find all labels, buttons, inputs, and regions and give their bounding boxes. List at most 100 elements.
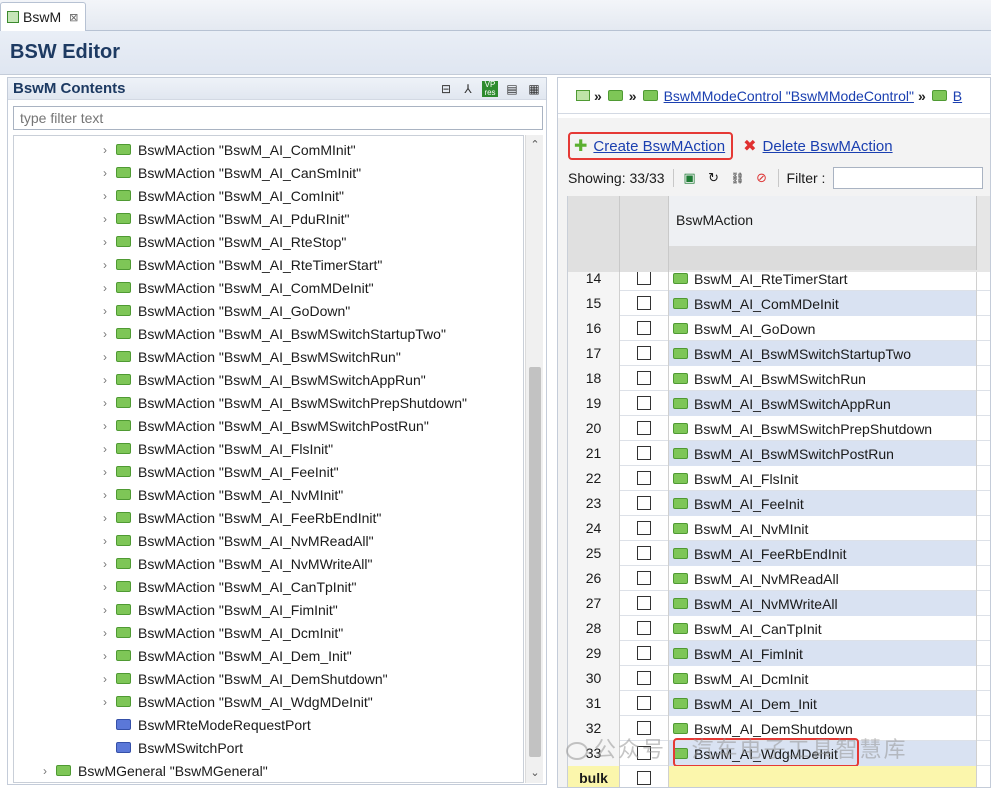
tree-item[interactable]: › BswMAction "BswM_AI_CanTpInit" <box>98 575 356 598</box>
tree-item[interactable]: › BswMAction "BswM_AI_GoDown" <box>98 299 350 322</box>
tree-item[interactable]: › BswMAction "BswM_AI_BswMSwitchPrepShutd… <box>98 391 467 414</box>
chevron-right-icon[interactable]: › <box>98 672 112 686</box>
row-checkbox[interactable] <box>637 496 651 510</box>
tree-item[interactable]: › BswMAction "BswM_AI_DemShutdown" <box>98 667 388 690</box>
row-checkbox[interactable] <box>637 471 651 485</box>
tree-item[interactable]: › BswMAction "BswM_AI_NvMReadAll" <box>98 529 374 552</box>
action-name-cell[interactable]: BswM_AI_DcmInit <box>669 666 977 691</box>
column-filter-cell[interactable] <box>669 246 977 270</box>
action-name-cell[interactable]: BswM_AI_ComMDeInit <box>669 291 977 316</box>
table-row[interactable]: 14 BswM_AI_RteTimerStart <box>568 272 990 291</box>
row-checkbox[interactable] <box>637 272 651 285</box>
table-row[interactable]: 29 BswM_AI_FimInit <box>568 641 990 666</box>
row-checkbox[interactable] <box>637 521 651 535</box>
tree-item[interactable]: › BswMAction "BswM_AI_NvMWriteAll" <box>98 552 373 575</box>
tree-item[interactable]: › BswMAction "BswM_AI_BswMSwitchRun" <box>98 345 401 368</box>
row-checkbox[interactable] <box>637 321 651 335</box>
tree-item[interactable]: › BswMAction "BswM_AI_DcmInit" <box>98 621 343 644</box>
chevron-right-icon[interactable]: › <box>98 396 112 410</box>
action-name-cell[interactable]: BswM_AI_FimInit <box>669 641 977 666</box>
chevron-right-icon[interactable]: › <box>98 235 112 249</box>
chevron-right-icon[interactable]: › <box>98 534 112 548</box>
action-name-cell[interactable]: BswM_AI_NvMWriteAll <box>669 591 977 616</box>
table-row[interactable]: 31 BswM_AI_Dem_Init <box>568 691 990 716</box>
chevron-right-icon[interactable]: › <box>98 281 112 295</box>
chevron-right-icon[interactable]: › <box>98 442 112 456</box>
tree-item[interactable]: › BswMAction "BswM_AI_RteStop" <box>98 230 346 253</box>
table-row[interactable]: 21 BswM_AI_BswMSwitchPostRun <box>568 441 990 466</box>
excel-export-icon[interactable]: ▣ <box>682 170 698 186</box>
row-checkbox[interactable] <box>637 346 651 360</box>
table-row[interactable]: 24 BswM_AI_NvMInit <box>568 516 990 541</box>
clear-filter-icon[interactable]: ⊘ <box>754 170 770 186</box>
action-name-cell[interactable]: BswM_AI_FlsInit <box>669 466 977 491</box>
tree-item[interactable]: › BswMAction "BswM_AI_PduRInit" <box>98 207 349 230</box>
tree-scrollbar[interactable]: ⌃ ⌄ <box>525 135 543 783</box>
tree-item[interactable]: › BswMAction "BswM_AI_FlsInit" <box>98 437 333 460</box>
chevron-right-icon[interactable]: › <box>98 488 112 502</box>
row-checkbox[interactable] <box>637 546 651 560</box>
vp-res-icon[interactable]: VP res <box>482 81 498 97</box>
tree-item[interactable]: › BswMAction "BswM_AI_BswMSwitchStartupTw… <box>98 322 446 345</box>
tree-item[interactable]: › BswMGeneral "BswMGeneral" <box>38 759 268 782</box>
scroll-up-icon[interactable]: ⌃ <box>526 137 544 153</box>
collapse-all-icon[interactable]: ⊟ <box>438 81 454 97</box>
chevron-right-icon[interactable]: › <box>98 304 112 318</box>
action-name-cell[interactable]: BswM_AI_Dem_Init <box>669 691 977 716</box>
row-checkbox[interactable] <box>637 371 651 385</box>
tree-item[interactable]: › BswMAction "BswM_AI_RteTimerStart" <box>98 253 382 276</box>
row-checkbox[interactable] <box>637 596 651 610</box>
row-checkbox[interactable] <box>637 296 651 310</box>
chevron-right-icon[interactable]: › <box>98 212 112 226</box>
action-name-cell[interactable]: BswM_AI_RteTimerStart <box>669 272 977 291</box>
row-checkbox[interactable] <box>637 446 651 460</box>
table-row[interactable]: 23 BswM_AI_FeeInit <box>568 491 990 516</box>
action-name-cell[interactable]: BswM_AI_BswMSwitchAppRun <box>669 391 977 416</box>
breadcrumb-link-next[interactable]: B <box>953 88 962 104</box>
row-checkbox[interactable] <box>637 671 651 685</box>
hierarchy-icon[interactable]: ⅄ <box>460 81 476 97</box>
chevron-right-icon[interactable]: › <box>98 626 112 640</box>
action-name-cell[interactable]: BswM_AI_BswMSwitchRun <box>669 366 977 391</box>
table-row[interactable]: 17 BswM_AI_BswMSwitchStartupTwo <box>568 341 990 366</box>
row-checkbox[interactable] <box>637 571 651 585</box>
chevron-right-icon[interactable]: › <box>98 327 112 341</box>
table-row[interactable]: 20 BswM_AI_BswMSwitchPrepShutdown <box>568 416 990 441</box>
tree-item[interactable]: BswMRteModeRequestPort <box>98 713 311 736</box>
create-bswmaction-button[interactable]: ✚ Create BswMAction <box>568 132 734 160</box>
column-header-bswmaction[interactable]: BswMAction <box>669 196 977 246</box>
tree-item[interactable]: › BswMAction "BswM_AI_WdgMDeInit" <box>98 690 373 713</box>
chevron-right-icon[interactable]: › <box>98 649 112 663</box>
folder-icon[interactable] <box>607 90 623 101</box>
action-name-cell[interactable]: BswM_AI_CanTpInit <box>669 616 977 641</box>
chevron-right-icon[interactable]: › <box>38 764 52 778</box>
tree-item[interactable]: › BswMAction "BswM_AI_FeeRbEndInit" <box>98 506 381 529</box>
scrollbar-thumb[interactable] <box>529 367 541 757</box>
document-icon[interactable]: ▤ <box>504 81 520 97</box>
tree-item[interactable]: › BswMAction "BswM_AI_CanSmInit" <box>98 161 361 184</box>
refresh-icon[interactable]: ↻ <box>706 170 722 186</box>
row-checkbox[interactable] <box>637 696 651 710</box>
tree-filter-input[interactable] <box>13 106 543 130</box>
row-checkbox[interactable] <box>637 646 651 660</box>
tree-item[interactable]: › BswMAction "BswM_AI_ComInit" <box>98 184 344 207</box>
action-name-cell[interactable]: BswM_AI_NvMInit <box>669 516 977 541</box>
action-name-cell[interactable]: BswM_AI_GoDown <box>669 316 977 341</box>
chevron-right-icon[interactable]: › <box>98 143 112 157</box>
row-checkbox[interactable] <box>637 396 651 410</box>
table-row[interactable]: 15 BswM_AI_ComMDeInit <box>568 291 990 316</box>
tree-item[interactable]: BswMSwitchPort <box>98 736 243 759</box>
row-checkbox[interactable] <box>637 621 651 635</box>
tab-bswm[interactable]: BswM ⊠ <box>0 2 86 31</box>
tree-item[interactable]: › BswMAction "BswM_AI_NvMInit" <box>98 483 343 506</box>
chevron-right-icon[interactable]: › <box>98 189 112 203</box>
table-row[interactable]: 16 BswM_AI_GoDown <box>568 316 990 341</box>
grid-icon[interactable]: ▦ <box>526 81 542 97</box>
chevron-right-icon[interactable]: › <box>98 373 112 387</box>
bulk-edit-cell[interactable] <box>669 766 977 787</box>
table-row[interactable]: 27 BswM_AI_NvMWriteAll <box>568 591 990 616</box>
tree-item[interactable]: › BswMAction "BswM_AI_FeeInit" <box>98 460 339 483</box>
action-name-cell[interactable]: BswM_AI_NvMReadAll <box>669 566 977 591</box>
root-icon[interactable] <box>576 90 590 101</box>
tree-item[interactable]: › BswMAction "BswM_AI_ComMInit" <box>98 138 356 161</box>
